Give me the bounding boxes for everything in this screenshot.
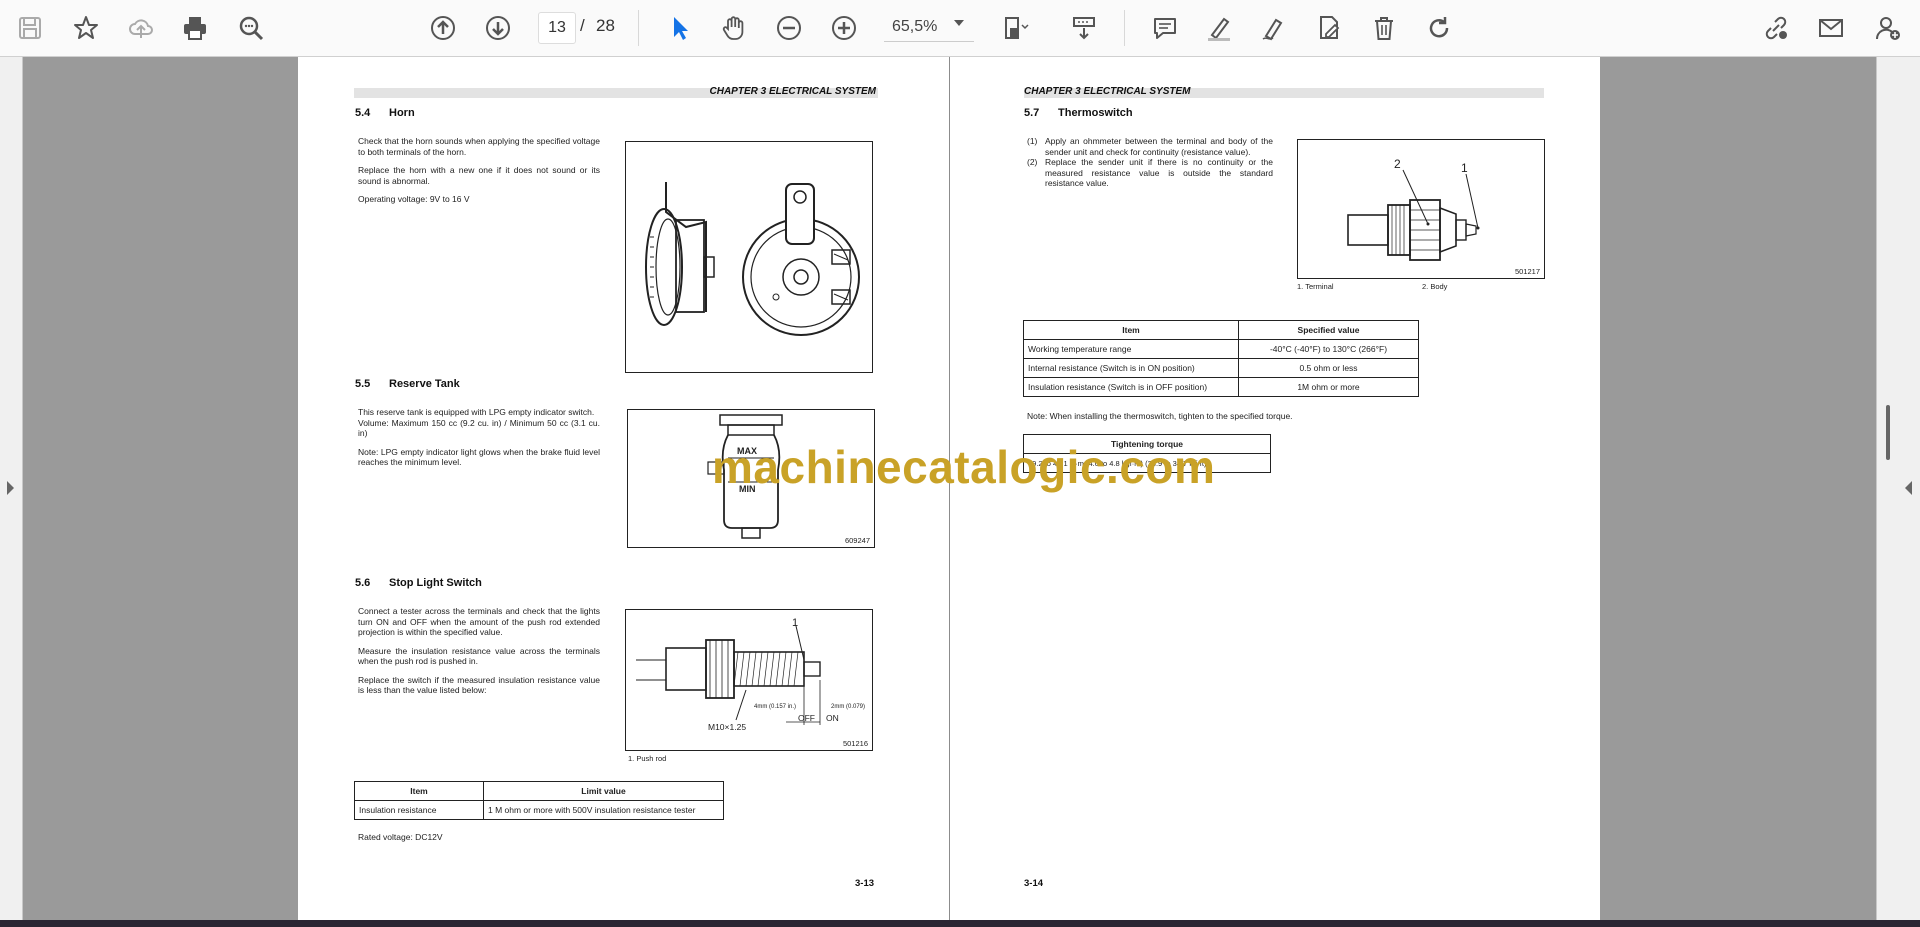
install-note: Note: When installing the thermoswitch, … xyxy=(1027,411,1293,421)
figure-number: 501217 xyxy=(1514,267,1540,276)
push-rod-callout: 1 xyxy=(792,617,798,629)
save-icon[interactable] xyxy=(10,8,50,48)
limit-value-table: Item Limit value Insulation resistance 1 M… xyxy=(354,781,724,820)
table-row: Insulation resistance (Switch is in OFF … xyxy=(1023,377,1419,397)
section-text: Check that the horn sounds when applying… xyxy=(358,136,600,204)
zoom-search-icon[interactable] xyxy=(231,8,271,48)
highlight-pen-icon[interactable] xyxy=(1199,8,1239,48)
figure-number: 501216 xyxy=(842,739,868,748)
dimension-label: 4mm (0.157 in.) xyxy=(754,704,796,710)
chapter-header: CHAPTER 3 ELECTRICAL SYSTEM xyxy=(1024,86,1191,97)
table-row: Internal resistance (Switch is in ON pos… xyxy=(1023,358,1419,378)
chapter-header: CHAPTER 3 ELECTRICAL SYSTEM xyxy=(709,86,877,97)
zoom-in-icon[interactable] xyxy=(824,8,864,48)
expand-right-arrow-icon[interactable] xyxy=(1905,481,1912,495)
thermoswitch-figure: 2 1 501217 xyxy=(1297,139,1545,279)
page-separator: / xyxy=(580,16,585,35)
toolbar: 13 / 28 65,5% xyxy=(0,0,1920,57)
figure-caption: 1. Terminal xyxy=(1297,282,1334,291)
body-callout: 2 xyxy=(1394,157,1401,171)
figure-caption: 1. Push rod xyxy=(628,754,667,763)
section-text: This reserve tank is equipped with LPG e… xyxy=(358,407,600,467)
edit-document-icon[interactable] xyxy=(1309,8,1349,48)
section-text: (1) Apply an ohmmeter between the termina… xyxy=(1027,136,1273,188)
print-icon[interactable] xyxy=(175,8,215,48)
figure-number: 609247 xyxy=(844,536,870,545)
page-total: 28 xyxy=(596,16,615,35)
horn-figure xyxy=(625,141,873,373)
share-link-icon[interactable] xyxy=(1756,8,1796,48)
toolbar-divider xyxy=(638,10,639,46)
cloud-upload-icon[interactable] xyxy=(121,8,161,48)
delete-trash-icon[interactable] xyxy=(1364,8,1404,48)
page-footer: 3-14 xyxy=(1024,878,1044,889)
bookmark-star-icon[interactable] xyxy=(66,8,106,48)
section-heading: 5.4 Horn xyxy=(355,107,415,119)
select-cursor-icon[interactable] xyxy=(660,8,700,48)
page-fit-icon[interactable] xyxy=(996,8,1036,48)
next-page-icon[interactable] xyxy=(478,8,518,48)
redo-icon[interactable] xyxy=(1419,8,1459,48)
section-text: Connect a tester across the terminals an… xyxy=(358,606,600,695)
email-icon[interactable] xyxy=(1811,8,1851,48)
vertical-scrollbar[interactable] xyxy=(1886,405,1890,460)
off-label: OFF xyxy=(798,713,815,723)
taskbar-strip xyxy=(0,920,1920,927)
thread-spec-label: M10×1.25 xyxy=(708,722,746,732)
right-pane-toggle[interactable] xyxy=(1876,57,1920,920)
expand-left-arrow-icon[interactable] xyxy=(7,481,14,495)
draw-pen-icon[interactable] xyxy=(1254,8,1294,48)
dimension-label: 2mm (0.079) xyxy=(831,704,865,710)
comment-icon[interactable] xyxy=(1145,8,1185,48)
rated-voltage: Rated voltage: DC12V xyxy=(358,832,443,842)
previous-page-icon[interactable] xyxy=(423,8,463,48)
scroll-mode-icon[interactable] xyxy=(1064,8,1104,48)
watermark: machinecatalogic.com xyxy=(712,441,1216,493)
chevron-down-icon[interactable] xyxy=(954,20,964,26)
section-heading: 5.6 Stop Light Switch xyxy=(355,577,482,589)
specified-value-table: Item Specified value Working temperature … xyxy=(1023,320,1419,397)
section-heading: 5.7 Thermoswitch xyxy=(1024,107,1133,119)
stop-light-switch-figure: 1 M10×1.25 4mm (0.157 in.) 2mm (0.079) O… xyxy=(625,609,873,751)
hand-tool-icon[interactable] xyxy=(714,8,754,48)
figure-caption: 2. Body xyxy=(1422,282,1448,291)
toolbar-divider xyxy=(1124,10,1125,46)
page-footer: 3-13 xyxy=(855,878,875,889)
table-row: Working temperature range -40°C (-40°F) t… xyxy=(1023,339,1419,359)
add-user-icon[interactable] xyxy=(1868,8,1908,48)
on-label: ON xyxy=(826,713,839,723)
zoom-level-select[interactable]: 65,5% xyxy=(884,12,974,42)
page-number-input[interactable]: 13 xyxy=(538,12,576,44)
terminal-callout: 1 xyxy=(1461,161,1468,175)
section-heading: 5.5 Reserve Tank xyxy=(355,378,460,390)
zoom-out-icon[interactable] xyxy=(769,8,809,48)
